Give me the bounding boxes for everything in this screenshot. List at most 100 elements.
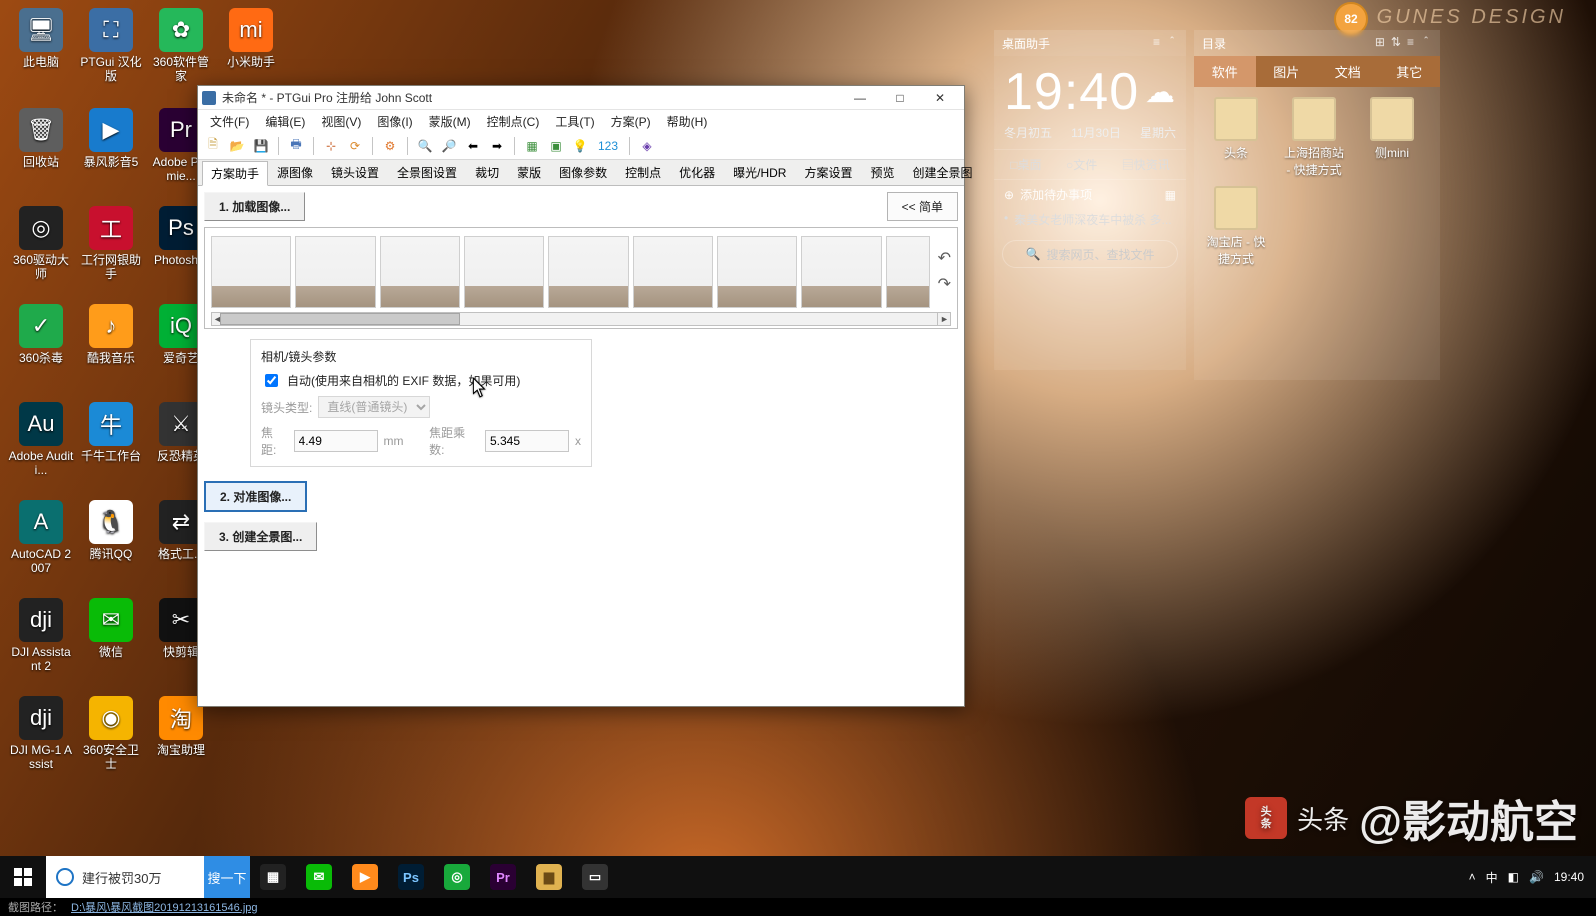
- tb-premiere[interactable]: Pr: [480, 856, 526, 898]
- desktop-icon[interactable]: AAutoCAD 2007: [8, 500, 74, 575]
- tray-sound-icon[interactable]: 🔊: [1529, 870, 1544, 884]
- dir-tab[interactable]: 文档: [1317, 56, 1379, 87]
- menu-item[interactable]: 图像(I): [369, 111, 420, 132]
- app-tab[interactable]: 曝光/HDR: [724, 160, 795, 185]
- assist-link[interactable]: ○文件: [1066, 156, 1097, 173]
- add-todo-button[interactable]: ⊕ 添加待办事项 ▦: [1004, 186, 1176, 203]
- menu-item[interactable]: 方案(P): [603, 111, 659, 132]
- source-thumbnail[interactable]: [801, 236, 881, 308]
- taskbar-search[interactable]: 建行被罚30万: [46, 856, 204, 898]
- desktop-icon[interactable]: ◎360驱动大师: [8, 206, 74, 281]
- app-tab[interactable]: 源图像: [268, 160, 322, 185]
- save-icon[interactable]: 💾: [250, 135, 272, 157]
- dir-tab[interactable]: 软件: [1194, 56, 1256, 87]
- desktop-icon[interactable]: djiDJI Assistant 2: [8, 598, 74, 673]
- dir-file[interactable]: 淘宝店 - 快捷方式: [1204, 186, 1268, 267]
- system-tray[interactable]: ˄ 中 ◧ 🔊 19:40: [1457, 856, 1596, 898]
- source-thumbnail[interactable]: [633, 236, 713, 308]
- desktop-icon[interactable]: ✿360软件管家: [148, 8, 214, 83]
- desktop-icon[interactable]: ⛶PTGui 汉化版: [78, 8, 144, 83]
- back-icon[interactable]: ⬅: [462, 135, 484, 157]
- lens-type-select[interactable]: 直线(普通镜头): [318, 396, 430, 418]
- load-images-button[interactable]: 1. 加载图像...: [204, 192, 305, 221]
- create-panorama-button[interactable]: 3. 创建全景图...: [204, 522, 317, 551]
- dir-file[interactable]: 侧mini: [1360, 97, 1424, 178]
- app-tab[interactable]: 裁切: [466, 160, 508, 185]
- desktop-icon[interactable]: mi小米助手: [218, 8, 284, 69]
- source-thumbnail[interactable]: [211, 236, 291, 308]
- focal-input[interactable]: [294, 430, 378, 452]
- dir-tab[interactable]: 其它: [1379, 56, 1441, 87]
- desktop-icon[interactable]: 🗑回收站: [8, 108, 74, 169]
- tray-net-icon[interactable]: ◧: [1508, 870, 1519, 884]
- scroll-right-icon[interactable]: ►: [937, 313, 951, 325]
- source-thumbnail[interactable]: [380, 236, 460, 308]
- menu-item[interactable]: 文件(F): [202, 111, 257, 132]
- tb-calculator[interactable]: ▦: [250, 856, 296, 898]
- desktop-icon[interactable]: 工工行网银助手: [78, 206, 144, 281]
- forward-icon[interactable]: ➡: [486, 135, 508, 157]
- controlpoint-icon[interactable]: ⊹: [320, 135, 342, 157]
- app-tab[interactable]: 全景图设置: [388, 160, 466, 185]
- rotate-cw-icon[interactable]: ↷: [938, 274, 951, 294]
- maximize-button[interactable]: □: [880, 87, 920, 109]
- app-tab[interactable]: 图像参数: [550, 160, 616, 185]
- project-icon[interactable]: ▣: [545, 135, 567, 157]
- status-path[interactable]: D:\暴风\暴风截图20191213161546.jpg: [71, 899, 258, 915]
- new-icon[interactable]: 🗎: [202, 135, 224, 157]
- app-tab[interactable]: 优化器: [670, 160, 724, 185]
- tag-icon[interactable]: ◈: [636, 135, 658, 157]
- optimize-icon[interactable]: ⟳: [344, 135, 366, 157]
- auto-exif-checkbox[interactable]: [265, 374, 278, 387]
- dir-file[interactable]: 头条: [1204, 97, 1268, 178]
- source-thumbnail[interactable]: [295, 236, 375, 308]
- tb-explorer[interactable]: ▭: [572, 856, 618, 898]
- menu-item[interactable]: 蒙版(M): [421, 111, 479, 132]
- tb-wechat[interactable]: ✉: [296, 856, 342, 898]
- collapse-icon[interactable]: ＾: [1166, 35, 1178, 52]
- zoomout-icon[interactable]: 🔎: [438, 135, 460, 157]
- rotate-ccw-icon[interactable]: ↶: [938, 248, 951, 268]
- tb-baofeng[interactable]: ▶: [342, 856, 388, 898]
- number-icon[interactable]: 123: [593, 135, 623, 157]
- calendar-icon[interactable]: ▦: [1165, 188, 1176, 202]
- app-tab[interactable]: 蒙版: [508, 160, 550, 185]
- minimize-button[interactable]: —: [840, 87, 880, 109]
- open-icon[interactable]: 📂: [226, 135, 248, 157]
- titlebar[interactable]: 未命名 * - PTGui Pro 注册给 John Scott — □ ✕: [198, 86, 964, 110]
- simple-mode-button[interactable]: << 简单: [887, 192, 958, 221]
- app-tab[interactable]: 方案设置: [795, 160, 861, 185]
- source-thumbnail[interactable]: [464, 236, 544, 308]
- menu-icon[interactable]: ≡: [1153, 35, 1160, 52]
- thumb-scrollbar[interactable]: ◄ ►: [211, 312, 951, 326]
- tb-folder[interactable]: ▆: [526, 856, 572, 898]
- tray-time[interactable]: 19:40: [1554, 870, 1584, 884]
- desktop-icon[interactable]: 牛千牛工作台: [78, 402, 144, 463]
- dir-tab[interactable]: 图片: [1256, 56, 1318, 87]
- source-thumbnail[interactable]: [548, 236, 628, 308]
- tray-ime-icon[interactable]: 中: [1486, 869, 1498, 886]
- tray-up-icon[interactable]: ˄: [1469, 870, 1476, 884]
- zoomin-icon[interactable]: 🔍: [414, 135, 436, 157]
- source-thumbnail[interactable]: [886, 236, 930, 308]
- dir-file[interactable]: 上海招商站 - 快捷方式: [1282, 97, 1346, 178]
- app-tab[interactable]: 预览: [862, 160, 904, 185]
- menu-item[interactable]: 控制点(C): [479, 111, 548, 132]
- dir-menu-icon[interactable]: ≡: [1407, 35, 1414, 52]
- view-icon[interactable]: ⊞: [1375, 35, 1385, 52]
- app-tab[interactable]: 控制点: [616, 160, 670, 185]
- settings-icon[interactable]: ⚙: [379, 135, 401, 157]
- sort-icon[interactable]: ⇅: [1391, 35, 1401, 52]
- desktop-icon[interactable]: 🐧腾讯QQ: [78, 500, 144, 561]
- print-icon[interactable]: 🖶: [285, 135, 307, 157]
- menu-item[interactable]: 编辑(E): [257, 111, 313, 132]
- desktop-icon[interactable]: ✉微信: [78, 598, 144, 659]
- desktop-icon[interactable]: ◉360安全卫士: [78, 696, 144, 771]
- assist-search[interactable]: 🔍 搜索网页、查找文件: [1002, 240, 1178, 268]
- desktop-icon[interactable]: djiDJI MG-1 Assist: [8, 696, 74, 771]
- close-button[interactable]: ✕: [920, 87, 960, 109]
- desktop-icon[interactable]: AuAdobe Auditi...: [8, 402, 74, 477]
- news-item[interactable]: 秦美女老师深夜车中被杀 多...: [1004, 207, 1176, 232]
- assist-link[interactable]: □桌面: [1010, 156, 1041, 173]
- menu-item[interactable]: 视图(V): [313, 111, 369, 132]
